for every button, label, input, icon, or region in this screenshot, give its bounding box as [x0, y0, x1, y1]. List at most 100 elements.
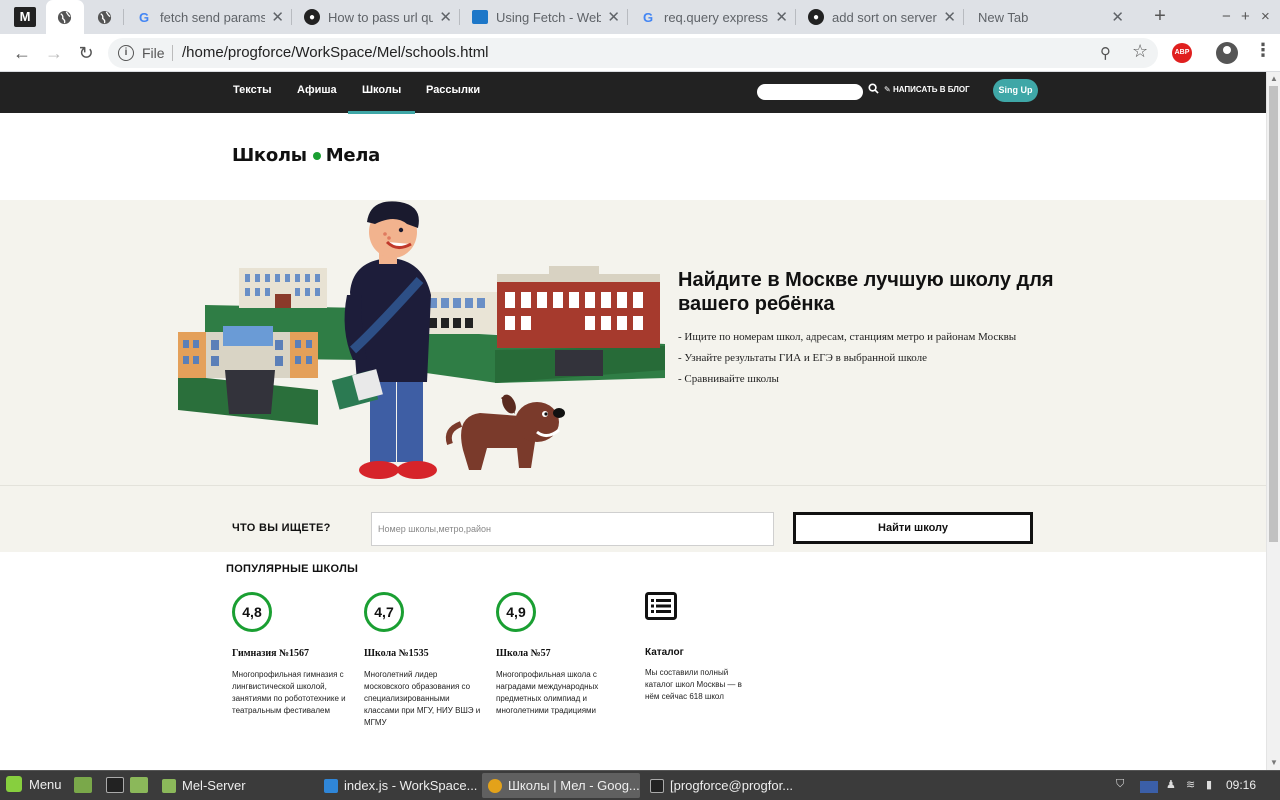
tab-new-tab[interactable]: New Tab ✕ [966, 0, 1132, 34]
bookmark-star-icon[interactable]: ☆ [1132, 41, 1148, 62]
scrollbar-thumb[interactable] [1269, 86, 1278, 542]
show-desktop-icon[interactable] [74, 777, 92, 793]
minimize-window-button[interactable]: − [1222, 8, 1231, 25]
search-icon[interactable] [868, 83, 879, 97]
forward-arrow-icon[interactable]: → [43, 42, 65, 64]
battery-icon[interactable]: ▮ [1206, 778, 1212, 791]
tab-separator [123, 9, 124, 25]
maximize-window-button[interactable]: + [1241, 8, 1250, 25]
task-label: index.js - WorkSpace... [344, 778, 478, 793]
school-search-section: ЧТО ВЫ ИЩЕТЕ? Найти школу [0, 485, 1266, 552]
catalog-description: Мы составили полный каталог школ Москвы … [645, 668, 742, 701]
nav-item-afisha[interactable]: Афиша [297, 84, 337, 96]
school-card[interactable]: 4,8 Гимназия №1567 Многопрофильная гимна… [232, 592, 352, 715]
zoom-icon[interactable]: ⚲ [1100, 44, 1111, 62]
site-logo[interactable]: Школы Мела [232, 145, 380, 166]
mdn-icon [472, 10, 488, 24]
tab-title: New Tab [978, 9, 1029, 25]
close-tab-icon[interactable]: ✕ [775, 8, 788, 26]
start-menu-button[interactable]: Menu [6, 776, 62, 792]
school-name[interactable]: Школа №1535 [364, 648, 504, 659]
tab-title: How to pass url qu [328, 9, 434, 25]
hero-bullet: - Сравнивайте школы [678, 373, 779, 385]
tab-req-query-express[interactable]: G req.query express ✕ [630, 0, 796, 34]
close-tab-icon[interactable]: ✕ [271, 8, 284, 26]
close-tab-icon[interactable]: ✕ [1111, 8, 1124, 26]
tab-title: fetch send params [160, 9, 266, 25]
terminal-icon[interactable] [106, 777, 124, 793]
files-icon[interactable] [130, 777, 148, 793]
signup-button[interactable]: Sing Up [993, 79, 1038, 102]
taskbar-item-vscode[interactable]: index.js - WorkSpace... [318, 773, 478, 798]
tab-using-fetch[interactable]: Using Fetch - Web ✕ [462, 0, 628, 34]
tab-local-file[interactable] [86, 0, 124, 34]
terminal-icon [650, 778, 664, 793]
chrome-icon [488, 778, 502, 793]
address-bar[interactable]: i File /home/progforce/WorkSpace/Mel/sch… [108, 38, 1158, 68]
address-separator [172, 45, 173, 61]
close-tab-icon[interactable]: ✕ [439, 8, 452, 26]
github-icon: ● [808, 9, 824, 25]
tab-how-to-pass-url[interactable]: ● How to pass url qu ✕ [294, 0, 460, 34]
school-search-input[interactable] [371, 512, 774, 546]
user-icon[interactable]: ♟ [1166, 778, 1176, 791]
tab-add-sort-on-server[interactable]: ● add sort on server ✕ [798, 0, 964, 34]
tab-fetch-send-params[interactable]: G fetch send params ✕ [126, 0, 292, 34]
close-tab-icon[interactable]: ✕ [943, 8, 956, 26]
tab-active[interactable] [46, 0, 84, 34]
scroll-up-arrow-icon[interactable]: ▲ [1270, 74, 1278, 83]
school-description: Многолетний лидер московского образовани… [364, 670, 481, 727]
taskbar-item-terminal[interactable]: [progforce@progfor... [644, 773, 804, 798]
school-card[interactable]: 4,9 Школа №57 Многопрофильная школа с на… [496, 592, 616, 715]
school-name[interactable]: Гимназия №1567 [232, 648, 372, 659]
tab-title: add sort on server [832, 9, 937, 25]
write-blog-link[interactable]: ✎ НАПИСАТЬ В БЛОГ [884, 85, 970, 94]
close-tab-icon[interactable]: ✕ [607, 8, 620, 26]
catalog-card[interactable]: Каталог Мы составили полный каталог школ… [645, 592, 760, 701]
nav-item-newsletters[interactable]: Рассылки [426, 84, 480, 96]
scroll-down-arrow-icon[interactable]: ▼ [1270, 758, 1278, 767]
nav-item-texts[interactable]: Тексты [233, 84, 272, 96]
clock[interactable]: 09:16 [1226, 778, 1256, 792]
close-window-button[interactable]: × [1261, 8, 1270, 25]
page-scrollbar[interactable]: ▲ ▼ [1266, 72, 1280, 770]
school-name[interactable]: Школа №57 [496, 648, 636, 659]
task-label: Mel-Server [182, 778, 246, 793]
wifi-icon[interactable]: ≋ [1186, 778, 1195, 791]
url-text[interactable]: /home/progforce/WorkSpace/Mel/schools.ht… [182, 44, 489, 61]
taskbar-item-chrome[interactable]: Школы | Мел - Goog... [482, 773, 640, 798]
taskbar-item-files[interactable]: Mel-Server [156, 773, 316, 798]
reload-icon[interactable]: ↻ [75, 42, 97, 64]
find-school-button[interactable]: Найти школу [793, 512, 1033, 544]
adblock-extension-icon[interactable]: ABP [1172, 43, 1192, 63]
menu-label: Menu [29, 776, 62, 792]
rating-badge: 4,7 [364, 592, 404, 632]
tab-separator [291, 9, 292, 25]
folder-icon [162, 778, 176, 793]
write-blog-label: НАПИСАТЬ В БЛОГ [892, 85, 970, 94]
catalog-title[interactable]: Каталог [645, 647, 684, 658]
new-tab-button[interactable]: + [1150, 6, 1170, 26]
site-navbar: Тексты Афиша Школы Рассылки ✎ НАПИСАТЬ В… [0, 72, 1266, 114]
back-arrow-icon[interactable]: ← [11, 42, 33, 64]
app-menu-icon[interactable]: M [14, 7, 36, 27]
github-icon: ● [304, 9, 320, 25]
info-icon[interactable]: i [118, 45, 134, 61]
hero-bullet: - Ищите по номерам школ, адресам, станци… [678, 331, 1017, 343]
school-card[interactable]: 4,7 Школа №1535 Многолетний лидер москов… [364, 592, 484, 727]
nav-item-schools[interactable]: Школы [347, 84, 416, 114]
globe-icon [96, 9, 112, 25]
account-avatar-icon[interactable] [1216, 42, 1238, 64]
rating-badge: 4,8 [232, 592, 272, 632]
hero-section: Найдите в Москве лучшую школу для вашего… [0, 200, 1266, 485]
browser-menu-icon[interactable]: ⋮ [1254, 40, 1272, 61]
scheme-label: File [142, 45, 165, 61]
shield-icon[interactable]: ⛉ [1116, 778, 1124, 791]
tab-separator [963, 9, 964, 25]
school-description: Многопрофильная гимназия с лингвистическ… [232, 670, 346, 715]
school-description: Многопрофильная школа с наградами междун… [496, 670, 599, 715]
tab-separator [627, 9, 628, 25]
tab-title: req.query express [664, 9, 769, 25]
us-flag-icon[interactable] [1140, 781, 1158, 793]
site-search-input[interactable] [757, 84, 863, 100]
